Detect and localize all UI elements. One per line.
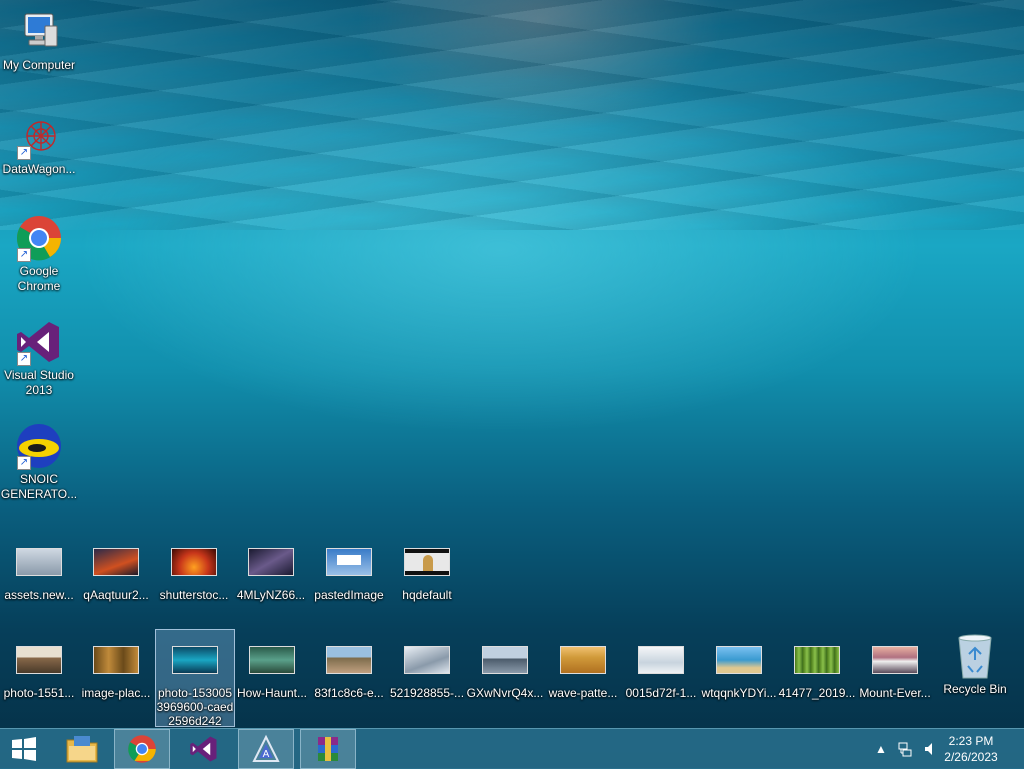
icon-label: image-plac... (81, 686, 151, 700)
image-thumbnail-icon (15, 538, 63, 586)
desktop-file-icon[interactable]: GXwNvrQ4x... (466, 636, 544, 701)
image-thumbnail-icon (247, 538, 295, 586)
windows-logo-icon (12, 737, 36, 761)
winrar-icon (318, 737, 338, 761)
image-thumbnail-icon (403, 636, 451, 684)
desktop-file-icon-selected[interactable]: photo-153005 3969600-caed 2596d242 (155, 629, 235, 728)
network-icon[interactable] (894, 729, 916, 769)
shortcut-arrow-icon: ↗ (17, 456, 31, 470)
icon-label: assets.new... (4, 588, 74, 602)
desktop-icon-google-chrome[interactable]: ↗ Google Chrome (0, 214, 78, 294)
image-thumbnail-icon (403, 538, 451, 586)
taskbar-winrar[interactable] (300, 729, 356, 769)
shortcut-arrow-icon: ↗ (17, 352, 31, 366)
taskbar-visual-studio[interactable] (176, 729, 232, 769)
image-thumbnail-icon (559, 636, 607, 684)
visual-studio-icon: ↗ (15, 318, 63, 366)
desktop-icon-datawagon[interactable]: ↗ DataWagon... (0, 112, 78, 177)
icon-label: Visual Studio 2013 (4, 368, 74, 397)
taskbar-file-explorer[interactable] (54, 729, 110, 769)
network-icon-glyph (898, 742, 912, 757)
image-thumbnail-icon (325, 636, 373, 684)
icon-label: My Computer (2, 58, 76, 72)
icon-label: hqdefault (402, 588, 452, 602)
clock-time: 2:23 PM (948, 734, 994, 748)
desktop-file-icon[interactable]: How-Haunt... (233, 636, 311, 701)
desktop-file-icon[interactable]: wave-patte... (544, 636, 622, 701)
icon-label: photo-153005 3969600-caed 2596d242 (156, 686, 234, 728)
start-button[interactable] (0, 729, 48, 769)
icon-label: pastedImage (314, 588, 384, 602)
icon-label: Google Chrome (17, 264, 61, 293)
chrome-icon (128, 735, 156, 763)
desktop-icon-my-computer[interactable]: My Computer (0, 8, 78, 73)
desktop-file-icon[interactable]: qAaqtuur2... (77, 538, 155, 603)
clock-date: 2/26/2023 (944, 750, 998, 764)
clock[interactable]: 2:23 PM 2/26/2023 (936, 733, 1006, 765)
icon-label: GXwNvrQ4x... (466, 686, 544, 700)
desktop-file-icon[interactable]: 41477_2019... (778, 636, 856, 701)
desktop-file-icon[interactable]: 83f1c8c6-e... (310, 636, 388, 701)
image-thumbnail-icon (171, 636, 219, 684)
datawagon-icon: ↗ (15, 112, 63, 160)
svg-text:A: A (263, 749, 270, 760)
desktop-icon-recycle-bin[interactable]: Recycle Bin (936, 632, 1014, 697)
image-thumbnail-icon (793, 636, 841, 684)
taskbar: A ▲ 2:23 PM 2/26/2023 (0, 728, 1024, 769)
desktop-file-icon[interactable]: assets.new... (0, 538, 78, 603)
desktop-icon-visual-studio[interactable]: ↗ Visual Studio 2013 (0, 318, 78, 398)
recycle-bin-icon (951, 632, 999, 680)
desktop-icon-snoic-generator[interactable]: ↗ SNOIC GENERATO... (0, 422, 78, 502)
icon-label: How-Haunt... (236, 686, 308, 700)
icon-label: photo-1551... (3, 686, 75, 700)
shortcut-arrow-icon: ↗ (17, 146, 31, 160)
wallpaper (0, 0, 1024, 230)
icon-label: SNOIC GENERATO... (0, 472, 78, 501)
app-a-icon: A (252, 734, 280, 762)
desktop-file-icon[interactable]: photo-1551... (0, 636, 78, 701)
icon-label: 4MLyNZ66... (236, 588, 306, 602)
desktop-file-icon[interactable]: image-plac... (77, 636, 155, 701)
desktop-file-icon[interactable]: hqdefault (388, 538, 466, 603)
icon-label: Mount-Ever... (859, 686, 931, 700)
image-thumbnail-icon (325, 538, 373, 586)
image-thumbnail-icon (637, 636, 685, 684)
desktop-file-icon[interactable]: 4MLyNZ66... (232, 538, 310, 603)
image-thumbnail-icon (715, 636, 763, 684)
folder-icon (66, 736, 98, 763)
desktop-file-icon[interactable]: Mount-Ever... (856, 636, 934, 701)
taskbar-chrome[interactable] (114, 729, 170, 769)
chrome-icon: ↗ (15, 214, 63, 262)
snoic-icon: ↗ (15, 422, 63, 470)
image-thumbnail-icon (92, 636, 140, 684)
desktop-file-icon[interactable]: wtqqnkYDYi... (700, 636, 778, 701)
icon-label: 41477_2019... (778, 686, 856, 700)
icon-label: qAaqtuur2... (83, 588, 149, 602)
icon-label: 521928855-... (389, 686, 465, 700)
shortcut-arrow-icon: ↗ (17, 248, 31, 262)
image-thumbnail-icon (248, 636, 296, 684)
image-thumbnail-icon (871, 636, 919, 684)
icon-label: 0015d72f-1... (625, 686, 697, 700)
taskbar-app-a[interactable]: A (238, 729, 294, 769)
chevron-up-icon: ▲ (875, 742, 887, 756)
image-thumbnail-icon (481, 636, 529, 684)
icon-label: wtqqnkYDYi... (701, 686, 777, 700)
visual-studio-icon (190, 736, 217, 762)
desktop-file-icon[interactable]: shutterstoc... (155, 538, 233, 603)
icon-label: 83f1c8c6-e... (314, 686, 384, 700)
icon-label: wave-patte... (548, 686, 618, 700)
icon-label: DataWagon... (2, 162, 76, 176)
image-thumbnail-icon (15, 636, 63, 684)
icon-label: shutterstoc... (159, 588, 229, 602)
desktop-file-icon[interactable]: 521928855-... (388, 636, 466, 701)
show-hidden-icons-button[interactable]: ▲ (872, 729, 890, 769)
icon-label: Recycle Bin (943, 682, 1007, 696)
image-thumbnail-icon (92, 538, 140, 586)
desktop-file-icon[interactable]: pastedImage (310, 538, 388, 603)
image-thumbnail-icon (170, 538, 218, 586)
desktop-file-icon[interactable]: 0015d72f-1... (622, 636, 700, 701)
computer-icon (15, 8, 63, 56)
